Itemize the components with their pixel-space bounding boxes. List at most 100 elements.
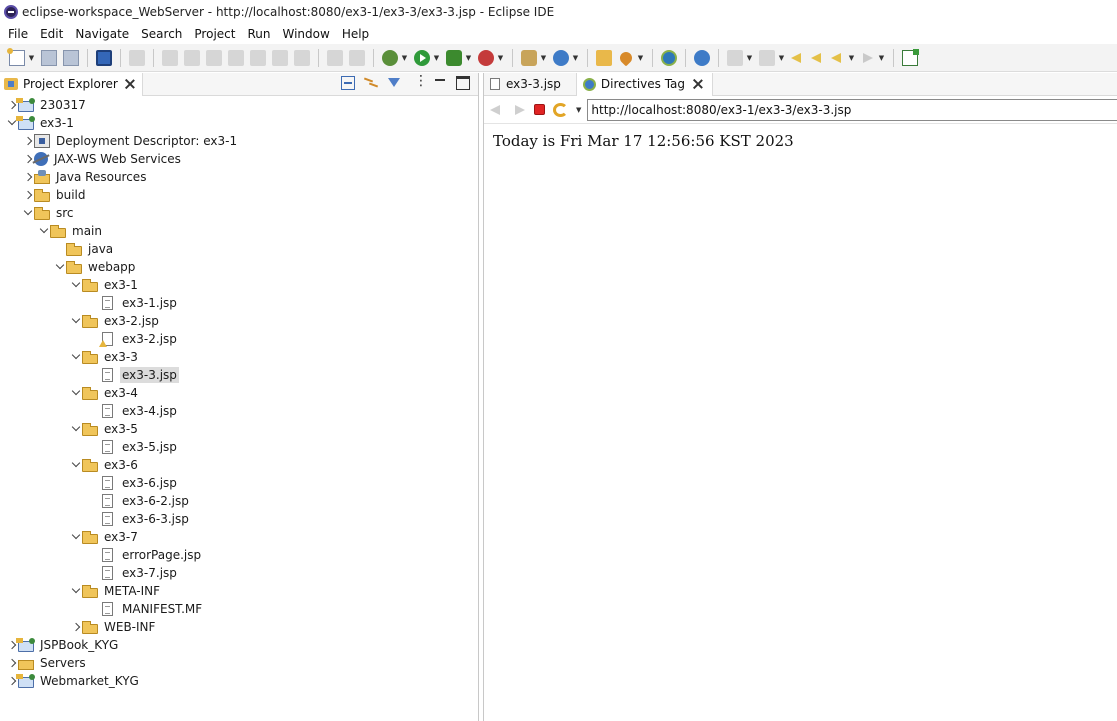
coverage-icon[interactable] bbox=[446, 49, 462, 66]
external-tools-dropdown-icon[interactable]: ▼ bbox=[497, 50, 504, 66]
minimize-icon[interactable] bbox=[433, 76, 447, 90]
filter-icon[interactable] bbox=[387, 76, 401, 90]
tree-item[interactable]: Servers bbox=[6, 654, 88, 672]
new-java-package-icon[interactable] bbox=[521, 49, 537, 66]
menu-navigate[interactable]: Navigate bbox=[69, 25, 135, 43]
tree-item[interactable]: ex3-5.jsp bbox=[100, 438, 179, 456]
save-all-icon[interactable] bbox=[63, 49, 79, 66]
terminal-icon[interactable] bbox=[96, 49, 112, 66]
tree-item[interactable]: ex3-4.jsp bbox=[100, 402, 179, 420]
maximize-icon[interactable] bbox=[456, 76, 470, 90]
chevron-down-icon[interactable] bbox=[70, 420, 82, 438]
tree-item[interactable]: Webmarket_KYG bbox=[6, 672, 141, 690]
tree-item[interactable]: ex3-4 bbox=[70, 384, 140, 402]
chevron-right-icon[interactable] bbox=[70, 618, 82, 636]
menu-help[interactable]: Help bbox=[336, 25, 375, 43]
chevron-right-icon[interactable] bbox=[22, 150, 34, 168]
pin-editor-icon[interactable] bbox=[811, 50, 825, 66]
menu-edit[interactable]: Edit bbox=[34, 25, 69, 43]
new-icon[interactable] bbox=[7, 47, 25, 66]
chevron-down-icon[interactable] bbox=[70, 348, 82, 366]
menu-project[interactable]: Project bbox=[188, 25, 241, 43]
tree-item[interactable]: build bbox=[22, 186, 88, 204]
menu-run[interactable]: Run bbox=[241, 25, 276, 43]
tree-item[interactable]: ex3-2.jsp bbox=[99, 330, 179, 348]
tree-item[interactable]: MANIFEST.MF bbox=[100, 600, 204, 618]
refresh-icon[interactable] bbox=[553, 102, 568, 117]
resume-icon[interactable] bbox=[162, 49, 178, 66]
chevron-down-icon[interactable] bbox=[70, 312, 82, 330]
chevron-down-icon[interactable] bbox=[70, 528, 82, 546]
tab-project-explorer[interactable]: Project Explorer bbox=[0, 72, 143, 96]
new-server-icon[interactable] bbox=[553, 49, 569, 66]
new-server-dropdown-icon[interactable]: ▼ bbox=[572, 50, 579, 66]
chevron-right-icon[interactable] bbox=[22, 186, 34, 204]
tree-item[interactable]: webapp bbox=[54, 258, 137, 276]
word-wrap-icon[interactable] bbox=[327, 49, 343, 66]
tree-item[interactable]: src bbox=[22, 204, 76, 222]
forward-dropdown-icon[interactable]: ▼ bbox=[878, 50, 885, 66]
chevron-right-icon[interactable] bbox=[22, 132, 34, 150]
chevron-down-icon[interactable] bbox=[70, 384, 82, 402]
close-icon[interactable] bbox=[692, 78, 704, 90]
tree-item[interactable]: ex3-1.jsp bbox=[100, 294, 179, 312]
launch-dropdown-icon[interactable]: ▼ bbox=[637, 50, 644, 66]
tree-item[interactable]: ex3-3 bbox=[70, 348, 140, 366]
tree-item-selected[interactable]: ex3-3.jsp bbox=[100, 366, 179, 384]
terminate-icon[interactable] bbox=[206, 49, 222, 66]
step-into-icon[interactable] bbox=[250, 49, 266, 66]
tree-item[interactable]: ex3-1 bbox=[6, 114, 76, 132]
tree-item[interactable]: errorPage.jsp bbox=[100, 546, 203, 564]
tree-item[interactable]: ex3-6-2.jsp bbox=[100, 492, 191, 510]
run-dropdown-icon[interactable]: ▼ bbox=[433, 50, 440, 66]
debug-dropdown-icon[interactable]: ▼ bbox=[401, 50, 408, 66]
next-annotation-dropdown-icon[interactable]: ▼ bbox=[746, 50, 753, 66]
menu-search[interactable]: Search bbox=[135, 25, 188, 43]
tree-item[interactable]: ex3-6.jsp bbox=[100, 474, 179, 492]
menu-file[interactable]: File bbox=[2, 25, 34, 43]
new-package-dropdown-icon[interactable]: ▼ bbox=[540, 50, 547, 66]
external-tools-icon[interactable] bbox=[478, 49, 494, 66]
tab-ex3-3-jsp[interactable]: ex3-3.jsp bbox=[484, 73, 576, 96]
tree-item[interactable]: JSPBook_KYG bbox=[6, 636, 120, 654]
open-perspective-icon[interactable] bbox=[902, 48, 919, 66]
next-annotation-icon[interactable] bbox=[727, 49, 743, 66]
tree-item[interactable]: ex3-2.jsp bbox=[70, 312, 161, 330]
collapse-all-icon[interactable] bbox=[341, 76, 355, 90]
chevron-right-icon[interactable] bbox=[6, 654, 18, 672]
chevron-down-icon[interactable] bbox=[22, 204, 34, 222]
back-icon[interactable] bbox=[831, 50, 845, 66]
view-menu-icon[interactable] bbox=[410, 73, 428, 90]
show-whitespace-icon[interactable] bbox=[349, 49, 365, 66]
tree-item[interactable]: Deployment Descriptor: ex3-1 bbox=[22, 132, 239, 150]
debug-icon[interactable] bbox=[382, 49, 398, 66]
tree-item[interactable]: META-INF bbox=[70, 582, 162, 600]
chevron-down-icon[interactable] bbox=[70, 582, 82, 600]
tree-item[interactable]: java bbox=[66, 240, 115, 258]
suspend-icon[interactable] bbox=[184, 49, 200, 66]
back-icon[interactable] bbox=[490, 103, 504, 117]
run-icon[interactable] bbox=[414, 49, 430, 66]
open-web-browser-icon[interactable] bbox=[661, 49, 677, 66]
disconnect-icon[interactable] bbox=[228, 49, 244, 66]
url-input[interactable]: http://localhost:8080/ex3-1/ex3-3/ex3-3.… bbox=[587, 98, 1117, 121]
tree-item[interactable]: ex3-7 bbox=[70, 528, 140, 546]
tree-item[interactable]: JAX-WS Web Services bbox=[22, 150, 183, 168]
previous-annotation-icon[interactable] bbox=[759, 49, 775, 66]
chevron-down-icon[interactable] bbox=[70, 276, 82, 294]
close-icon[interactable] bbox=[124, 78, 136, 90]
open-type-icon[interactable] bbox=[596, 49, 612, 66]
chevron-down-icon[interactable] bbox=[54, 258, 66, 276]
forward-icon[interactable] bbox=[861, 50, 875, 66]
back-dropdown-icon[interactable]: ▼ bbox=[848, 50, 855, 66]
menu-window[interactable]: Window bbox=[276, 25, 335, 43]
stop-icon[interactable] bbox=[534, 104, 545, 115]
launch-icon[interactable] bbox=[617, 49, 635, 66]
skip-breakpoints-icon[interactable] bbox=[129, 49, 145, 66]
coverage-dropdown-icon[interactable]: ▼ bbox=[465, 50, 472, 66]
chevron-right-icon[interactable] bbox=[22, 168, 34, 186]
tree-item[interactable]: ex3-1 bbox=[70, 276, 140, 294]
tree-item[interactable]: ex3-5 bbox=[70, 420, 140, 438]
save-icon[interactable] bbox=[41, 49, 57, 66]
new-dropdown-icon[interactable]: ▼ bbox=[28, 50, 35, 66]
